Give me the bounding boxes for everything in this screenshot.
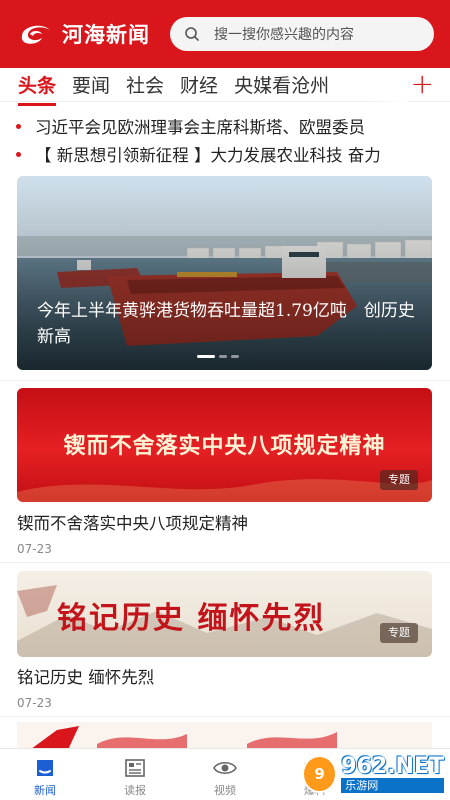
carousel-dot[interactable] (219, 355, 227, 358)
nav-label: 读报 (124, 784, 146, 797)
tab-fade (368, 68, 408, 102)
site-watermark: 9 962.NET 乐游网 (302, 752, 444, 796)
app-header: 河海新闻 搜一搜你感兴趣的内容 (0, 0, 450, 68)
add-channel-button[interactable]: + (411, 69, 434, 99)
topic-tag: 专题 (380, 470, 418, 490)
watermark-text: 962.NET 乐游网 (341, 753, 444, 793)
tab-yaowen[interactable]: 要闻 (72, 71, 110, 98)
topic-tag: 专题 (380, 623, 418, 643)
app-logo: 河海新闻 (16, 19, 150, 49)
card-date: 07-23 (17, 696, 52, 710)
newspaper-icon (125, 759, 145, 777)
tab-caijing[interactable]: 财经 (180, 71, 218, 98)
banner-wave-decoration (17, 479, 432, 502)
nav-label: 新闻 (34, 784, 56, 797)
app-name: 河海新闻 (62, 22, 150, 47)
banner-text: 锲而不舍落实中央八项规定精神 (63, 433, 386, 459)
headline-text: 【 新思想引领新征程 】大力发展农业科技 奋力 (35, 146, 381, 165)
tab-yangmei-cangzhou[interactable]: 央媒看沧州 (234, 71, 329, 98)
headline-item[interactable]: 习近平会见欧洲理事会主席科斯塔、欧盟委员 (0, 112, 450, 140)
logo-swirl-icon (16, 20, 56, 48)
divider (0, 562, 450, 563)
card-date: 07-23 (17, 542, 52, 556)
watermark-number: 962.NET (341, 753, 444, 779)
topic-banner-history[interactable]: 铭记历史 缅怀先烈 专题 (17, 571, 432, 657)
nav-news[interactable]: 新闻 (0, 749, 90, 800)
tab-toutiao[interactable]: 头条 (18, 71, 57, 106)
nav-video[interactable]: 视频 (180, 749, 270, 800)
carousel-indicator (197, 355, 243, 358)
bullet-dot-icon (16, 123, 21, 129)
watermark-site: 乐游网 (341, 777, 444, 793)
carousel-caption: 今年上半年黄骅港货物吞吐量超1.79亿吨 创历史新高 (37, 301, 415, 347)
search-input[interactable]: 搜一搜你感兴趣的内容 (170, 17, 434, 51)
tab-shehui[interactable]: 社会 (126, 71, 164, 98)
divider (0, 380, 450, 381)
card-title[interactable]: 铭记历史 缅怀先烈 (17, 664, 154, 688)
nav-newspaper[interactable]: 读报 (90, 749, 180, 800)
carousel-dot[interactable] (231, 355, 239, 358)
news-home-icon (37, 760, 53, 776)
bullet-dot-icon (16, 151, 21, 157)
topic-banner-discipline[interactable]: 锲而不舍落实中央八项规定精神 专题 (17, 388, 432, 502)
watermark-badge: 9 (302, 755, 338, 793)
nav-label: 视频 (214, 784, 236, 797)
category-tabs: 头条 要闻 社会 财经 央媒看沧州 + (0, 68, 450, 106)
search-icon (185, 27, 199, 41)
headline-list: 习近平会见欧洲理事会主席科斯塔、欧盟委员 【 新思想引领新征程 】大力发展农业科… (0, 112, 450, 168)
headline-item[interactable]: 【 新思想引领新征程 】大力发展农业科技 奋力 (0, 140, 450, 168)
search-placeholder: 搜一搜你感兴趣的内容 (214, 27, 354, 43)
eye-video-icon (213, 761, 237, 775)
card-title[interactable]: 锲而不舍落实中央八项规定精神 (17, 510, 248, 534)
carousel-dot[interactable] (197, 355, 215, 358)
featured-carousel[interactable]: 今年上半年黄骅港货物吞吐量超1.79亿吨 创历史新高 (17, 176, 432, 370)
divider (0, 716, 450, 717)
banner-text: 铭记历史 缅怀先烈 (57, 601, 326, 636)
headline-text: 习近平会见欧洲理事会主席科斯塔、欧盟委员 (35, 118, 365, 137)
